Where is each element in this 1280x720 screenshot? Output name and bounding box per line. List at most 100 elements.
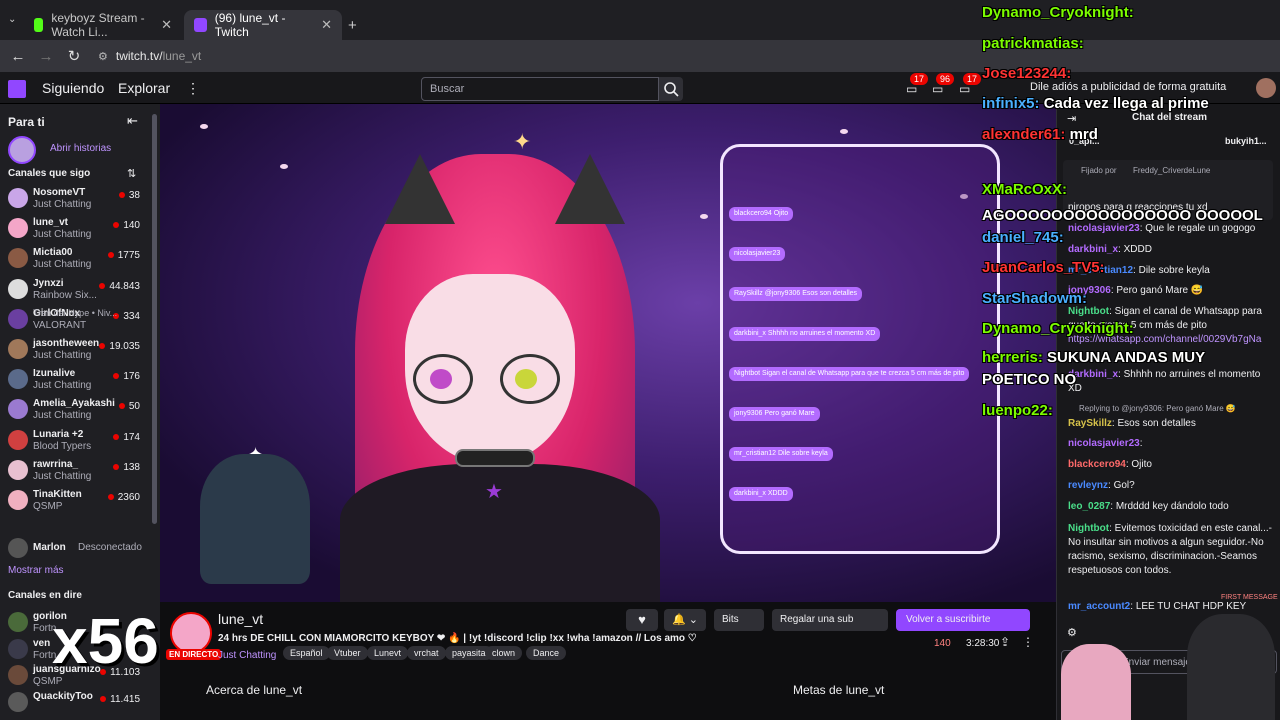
chat-username[interactable]: Nightbot (1068, 523, 1109, 534)
onstream-chat-message: RaySkillz @jony9306 Esos son detalles (729, 287, 863, 301)
stream-tag[interactable]: Español (283, 646, 330, 660)
overlay-chat-user: herreris: (982, 349, 1043, 366)
channel-game: Just Chatting (33, 229, 92, 241)
chat-input-placeholder: Enviar mensaje (1122, 657, 1191, 668)
collapse-chat-icon[interactable]: ⇥ (1067, 112, 1076, 125)
more-dots-icon[interactable]: ⋮ (186, 80, 200, 97)
overlay-chat-line: JuanCarlos_TV5: (982, 259, 1105, 276)
sort-icon[interactable]: ⇅ (127, 167, 136, 180)
search-input[interactable]: Buscar (421, 77, 659, 101)
sidebar-channel[interactable]: NosomeVT Just Chatting 38 (0, 184, 150, 214)
nav-following[interactable]: Siguiendo (42, 80, 104, 96)
chat-message[interactable]: revleynz: Gol? (1068, 479, 1273, 493)
chat-message[interactable]: nicolasjavier23: (1068, 437, 1273, 451)
live-channel[interactable]: QuackityToo 11.415 (0, 688, 150, 718)
chat-text: XDDD (1123, 244, 1152, 255)
chat-username[interactable]: darkbini_x (1068, 244, 1118, 255)
sidebar-channel[interactable]: TinaKitten QSMP 2360 (0, 486, 150, 516)
uptime: 3:28:30 (966, 638, 1000, 649)
channel-viewers: 38 (119, 190, 140, 201)
sunglasses-sticker (1187, 614, 1275, 720)
sidebar-channel[interactable]: Lunaria +2 Blood Typers 174 (0, 426, 150, 456)
sidebar-channel[interactable]: rawrrina_ Just Chatting 138 (0, 456, 150, 486)
chat-text: Gol? (1113, 480, 1135, 491)
chat-message[interactable]: jony9306: Pero ganó Mare 😅 (1068, 284, 1273, 298)
sidebar-channel[interactable]: Mictia00 Just Chatting 1775 (0, 244, 150, 274)
chat-message[interactable]: darkbini_x: XDDD (1068, 243, 1273, 257)
follow-heart-icon[interactable]: ♥ (626, 609, 658, 631)
chat-message[interactable]: RaySkillz: Esos son detalles (1068, 417, 1273, 431)
stream-tag[interactable]: clown (485, 646, 523, 660)
notification-badge: 17 (963, 73, 982, 85)
collapse-sidebar-icon[interactable]: ⇤ (127, 113, 138, 129)
stream-tag[interactable]: Dance (526, 646, 567, 660)
overlay-chat-user: Jose123244: (982, 65, 1072, 82)
sidebar-channel[interactable]: lune_vt Just Chatting 140 (0, 214, 150, 244)
forward-icon[interactable]: → (36, 48, 56, 65)
back-icon[interactable]: ← (8, 48, 28, 65)
overlay-chat-line: patrickmatias: (982, 35, 1084, 52)
category-link[interactable]: Just Chatting (218, 650, 276, 661)
stream-tag[interactable]: Lunevt (367, 646, 409, 660)
open-stories-link[interactable]: Abrir historias (50, 143, 111, 154)
overlay-chat-msg: POETICO NO (982, 371, 1077, 388)
url-field[interactable]: ⚙ twitch.tv/lune_vt (98, 49, 201, 63)
more-options-icon[interactable]: ⋮ (1022, 635, 1034, 649)
search-icon[interactable] (659, 77, 683, 101)
close-tab-icon[interactable]: ✕ (321, 17, 332, 33)
new-tab-icon[interactable]: + (348, 17, 357, 34)
user-avatar[interactable] (1256, 78, 1276, 98)
chat-username[interactable]: mr_account2 (1068, 601, 1130, 612)
channel-name[interactable]: lune_vt (218, 611, 263, 627)
stories-avatar[interactable] (8, 136, 36, 164)
subscribe-button[interactable]: Volver a suscribirte (896, 609, 1030, 631)
chat-username[interactable]: blackcero94 (1068, 459, 1126, 470)
overlay-chat-msg: SUKUNA ANDAS MUY (1047, 349, 1206, 366)
chat-text: Pero ganó Mare 😅 (1116, 285, 1204, 296)
top-gifter[interactable]: bukyih1... (1225, 136, 1267, 146)
channel-viewers: 50 (119, 401, 140, 412)
tab-keyboyz[interactable]: keyboyz Stream - Watch Li... ✕ (24, 10, 182, 40)
notifications-bell-icon[interactable]: 🔔 ⌄ (664, 609, 706, 631)
sidebar-channel[interactable]: Izunalive Just Chatting 176 (0, 365, 150, 395)
chat-settings-icon[interactable]: ⚙ (1067, 626, 1077, 639)
sidebar-channel[interactable]: Amelia_Ayakashi Just Chatting 50 (0, 395, 150, 425)
channel-avatar (8, 538, 28, 558)
close-tab-icon[interactable]: ✕ (161, 17, 172, 33)
channel-avatar (8, 665, 28, 685)
bits-button[interactable]: Bits (714, 609, 764, 631)
share-icon[interactable]: ⇪ (1000, 635, 1010, 649)
chat-username[interactable]: leo_0287 (1068, 501, 1110, 512)
chat-username[interactable]: nicolasjavier23 (1068, 438, 1140, 449)
ad-free-label[interactable]: Dile adiós a publicidad de forma gratuit… (1030, 81, 1226, 93)
show-more-link[interactable]: Mostrar más (8, 565, 64, 576)
pinned-user: Freddy_CriverdeLune (1133, 166, 1211, 175)
chat-username[interactable]: RaySkillz (1068, 418, 1112, 429)
sidebar-channel[interactable]: jasontheween Just Chatting 19.035 (0, 335, 150, 365)
chat-message[interactable]: darkbini_x: Shhhh no arruines el momento… (1068, 368, 1273, 396)
sidebar-scrollbar[interactable] (152, 114, 157, 524)
sidebar-channel[interactable]: Jynxzi Rainbow Six... 44.843 (0, 275, 150, 305)
chat-message[interactable]: blackcero94: Ojito (1068, 458, 1273, 472)
channel-avatar (8, 248, 28, 269)
twitch-logo-icon[interactable] (8, 80, 26, 98)
chat-message[interactable]: leo_0287: Mrdddd key dándolo todo (1068, 500, 1273, 514)
streamer-avatar[interactable] (170, 612, 212, 654)
stream-tag[interactable]: Vtuber (327, 646, 368, 660)
gift-sub-button[interactable]: Regalar una sub (772, 609, 888, 631)
chat-username[interactable]: revleynz (1068, 480, 1108, 491)
chat-username[interactable]: Nightbot (1068, 306, 1109, 317)
reload-icon[interactable]: ↻ (64, 47, 84, 65)
tab-lune[interactable]: (96) lune_vt - Twitch ✕ (184, 10, 342, 40)
channel-game: Just Chatting (33, 350, 92, 361)
chat-message[interactable]: Nightbot: Evitemos toxicidad en este can… (1068, 522, 1273, 578)
video-player[interactable]: ✦ ✦ ★ blackcero94 Ojitonicolasjavier23Ra… (160, 104, 1056, 602)
petal (840, 129, 848, 134)
tab-list-icon[interactable]: ⌄ (8, 14, 16, 25)
petal (700, 214, 708, 219)
chat-message[interactable]: mr_account2: LEE TU CHAT HDP KEY (1068, 600, 1273, 614)
site-info-icon[interactable]: ⚙ (98, 50, 108, 63)
nav-explore[interactable]: Explorar (118, 80, 170, 96)
channel-viewers: 176 (113, 371, 140, 382)
stream-tag[interactable]: vrchat (407, 646, 446, 660)
